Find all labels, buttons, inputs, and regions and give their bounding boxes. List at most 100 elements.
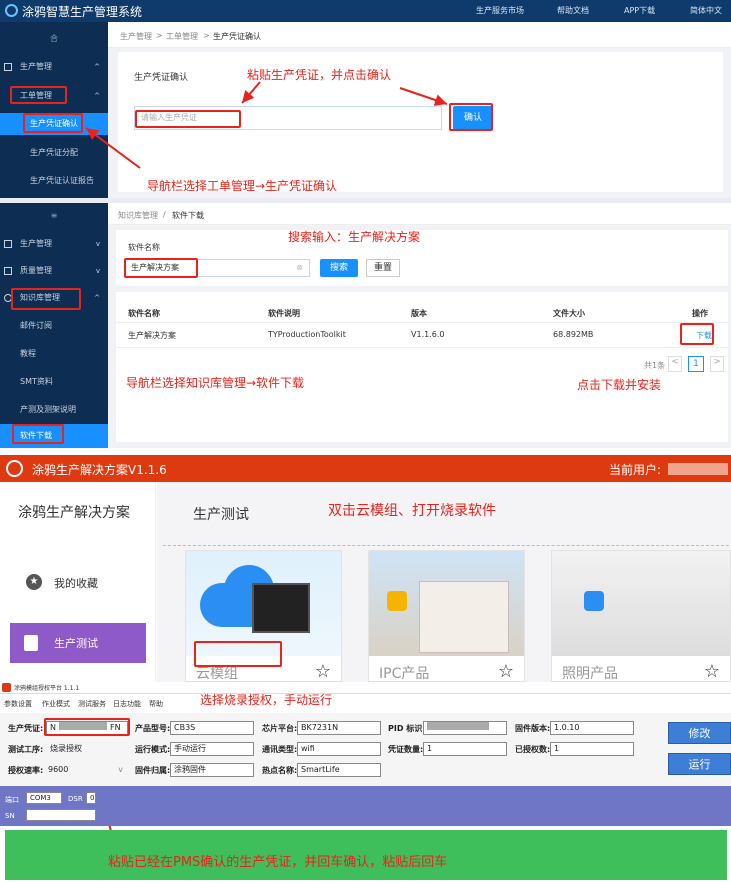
menu-item[interactable]: 测试服务 [78,699,106,709]
app-title: 涂鸦智慧生产管理系统 [22,5,143,19]
sidebar-collapse-toggle[interactable]: ≡ [0,205,108,227]
highlight-box [10,86,67,104]
topbar-market-link[interactable]: 生产服务市场 [476,5,524,16]
sidebar-collapse-toggle[interactable]: 合 [0,28,108,50]
menu-item[interactable]: 参数设置 [4,699,32,709]
column-header: 版本 [411,309,427,318]
card-lighting[interactable]: 照明产品 ☆ [551,550,731,682]
highlight-box [124,258,198,278]
port-select[interactable]: COM3 [26,792,62,804]
sidebar-item-smt[interactable]: SMT资料 [0,371,108,393]
pagination-total: 共1条 [644,361,666,370]
sidebar-item-production[interactable]: 生产管理 v [0,233,108,255]
main-title-3: 生产测试 [193,507,249,523]
app-titlebar-3: 涂鸦生产解决方案V1.1.6 当前用户: [0,455,731,482]
hotspot-field[interactable]: SmartLife [297,763,381,777]
authorized-count-field[interactable]: 1 [550,742,634,756]
menu-item[interactable]: 作业模式 [42,699,70,709]
favorite-star-icon[interactable]: ☆ [498,661,514,682]
reset-button[interactable]: 重置 [366,259,400,277]
column-header: 软件名称 [128,309,160,318]
sidebar-2: ≡ 生产管理 v 质量管理 v 知识库管理 ^ 邮件订阅 教程 SMT资料 产测及测架… [0,203,108,448]
production-icon [4,63,12,71]
side-title: 涂鸦生产解决方案 [18,505,130,521]
highlight-box [44,718,130,736]
house-illustration [419,581,509,653]
sidebar-item-testing[interactable]: 产测及测架说明 [0,399,108,421]
card-ipc[interactable]: IPC产品 ☆ [368,550,525,682]
camera-icon [387,591,407,611]
annotation-nav-knowledge: 导航栏选择知识库管理→软件下载 [126,376,305,390]
chevron-up-icon: ^ [94,63,100,71]
step-select[interactable]: 烧录授权 [46,742,128,756]
annotation-paste-credential: 粘贴生产凭证，并点击确认 [247,68,392,82]
firmware-owner-field[interactable]: 涂鸦固件 [170,763,254,777]
side-panel-3: 涂鸦生产解决方案 ★ 我的收藏 生产测试 [0,482,156,682]
user-name-redacted [668,463,728,475]
annotation-double-click: 双击云模组、打开烧录软件 [328,503,496,519]
column-header: 文件大小 [553,309,585,318]
breadcrumb-item[interactable]: 工单管理 [166,31,198,42]
breadcrumb-item[interactable]: 生产管理 [120,31,152,42]
column-header: 操作 [692,309,708,318]
chevron-up-icon: ^ [94,92,100,100]
mode-select[interactable]: 手动运行 [170,742,254,756]
table-row: 生产解决方案 TYProductionToolkit V1.1.6.0 68.8… [116,324,728,346]
highlight-box [11,288,81,310]
production-icon [4,240,12,248]
next-page-button[interactable]: > [710,356,724,372]
breadcrumb-item[interactable]: 知识库管理 [118,210,158,221]
breadcrumb-current: 软件下载 [172,211,204,220]
tuya-logo-icon [5,4,18,17]
clear-icon[interactable]: ⊗ [296,260,303,276]
pid-field[interactable] [423,721,507,735]
topbar-language-link[interactable]: 简体中文 [690,5,722,16]
card-image [369,551,524,656]
breadcrumb-bar-1: 生产管理 > 工单管理 > 生产凭证确认 [108,22,731,48]
comm-field[interactable]: wifi [297,742,381,756]
search-button[interactable]: 搜索 [320,259,358,277]
sidebar-item-quality[interactable]: 质量管理 v [0,260,108,282]
prev-page-button[interactable]: < [668,356,682,372]
topbar-app-download-link[interactable]: APP下载 [624,5,655,16]
app-logo-icon [6,460,23,477]
annotation-select-mode: 选择烧录授权，手动运行 [200,693,333,707]
menu-item[interactable]: 帮助 [149,699,163,709]
run-button[interactable]: 运行 [668,753,731,775]
sidebar-item-tutorial[interactable]: 教程 [0,343,108,365]
highlight-box [23,113,83,133]
dsr-field[interactable]: 0 [86,792,96,804]
nav-favorites[interactable]: 我的收藏 [54,575,98,591]
nav-production-test[interactable]: 生产测试 [10,623,146,663]
firmware-version-field[interactable]: 1.0.10 [550,721,634,735]
sidebar-item-mail[interactable]: 邮件订阅 [0,315,108,337]
annotation-nav-workorder: 导航栏选择工单管理→生产凭证确认 [147,179,338,193]
topbar-help-link[interactable]: 帮助文档 [557,5,589,16]
search-panel: 软件名称 生产解决方案 ⊗ 搜索 重置 [116,230,728,286]
chevron-down-icon: v [95,267,100,275]
chevron-up-icon: ^ [94,294,100,302]
chip-icon [252,583,310,633]
credential-count-field[interactable]: 1 [423,742,507,756]
page-number[interactable]: 1 [688,356,704,372]
favorite-star-icon[interactable]: ☆ [704,661,720,682]
sidebar-item-credential-report[interactable]: 生产凭证认证报告 [0,170,108,192]
menu-item[interactable]: 日志功能 [113,699,141,709]
software-table: 软件名称 软件说明 版本 文件大小 操作 生产解决方案 TYProduction… [116,292,728,442]
model-field[interactable]: CB3S [170,721,254,735]
favorite-star-icon[interactable]: ☆ [315,661,331,682]
sn-input[interactable] [26,809,96,821]
menu-bar: 参数设置 作业模式 测试服务 日志功能 帮助 [0,694,731,713]
bulb-icon [584,591,604,611]
card-label: IPC产品 [379,666,430,682]
chip-field[interactable]: BK7231N [297,721,381,735]
annotation-download: 点击下载并安装 [577,378,662,392]
sidebar-item-production[interactable]: 生产管理 ^ [0,56,108,78]
sidebar-item-credential-assign[interactable]: 生产凭证分配 [0,142,108,164]
search-label: 软件名称 [128,243,160,252]
rate-select[interactable]: 9600 v [44,763,128,777]
app-logo-icon [2,683,11,692]
modify-button[interactable]: 修改 [668,722,731,744]
credential-label: 生产凭证确认 [134,73,189,83]
current-user-label: 当前用户: [609,463,662,477]
